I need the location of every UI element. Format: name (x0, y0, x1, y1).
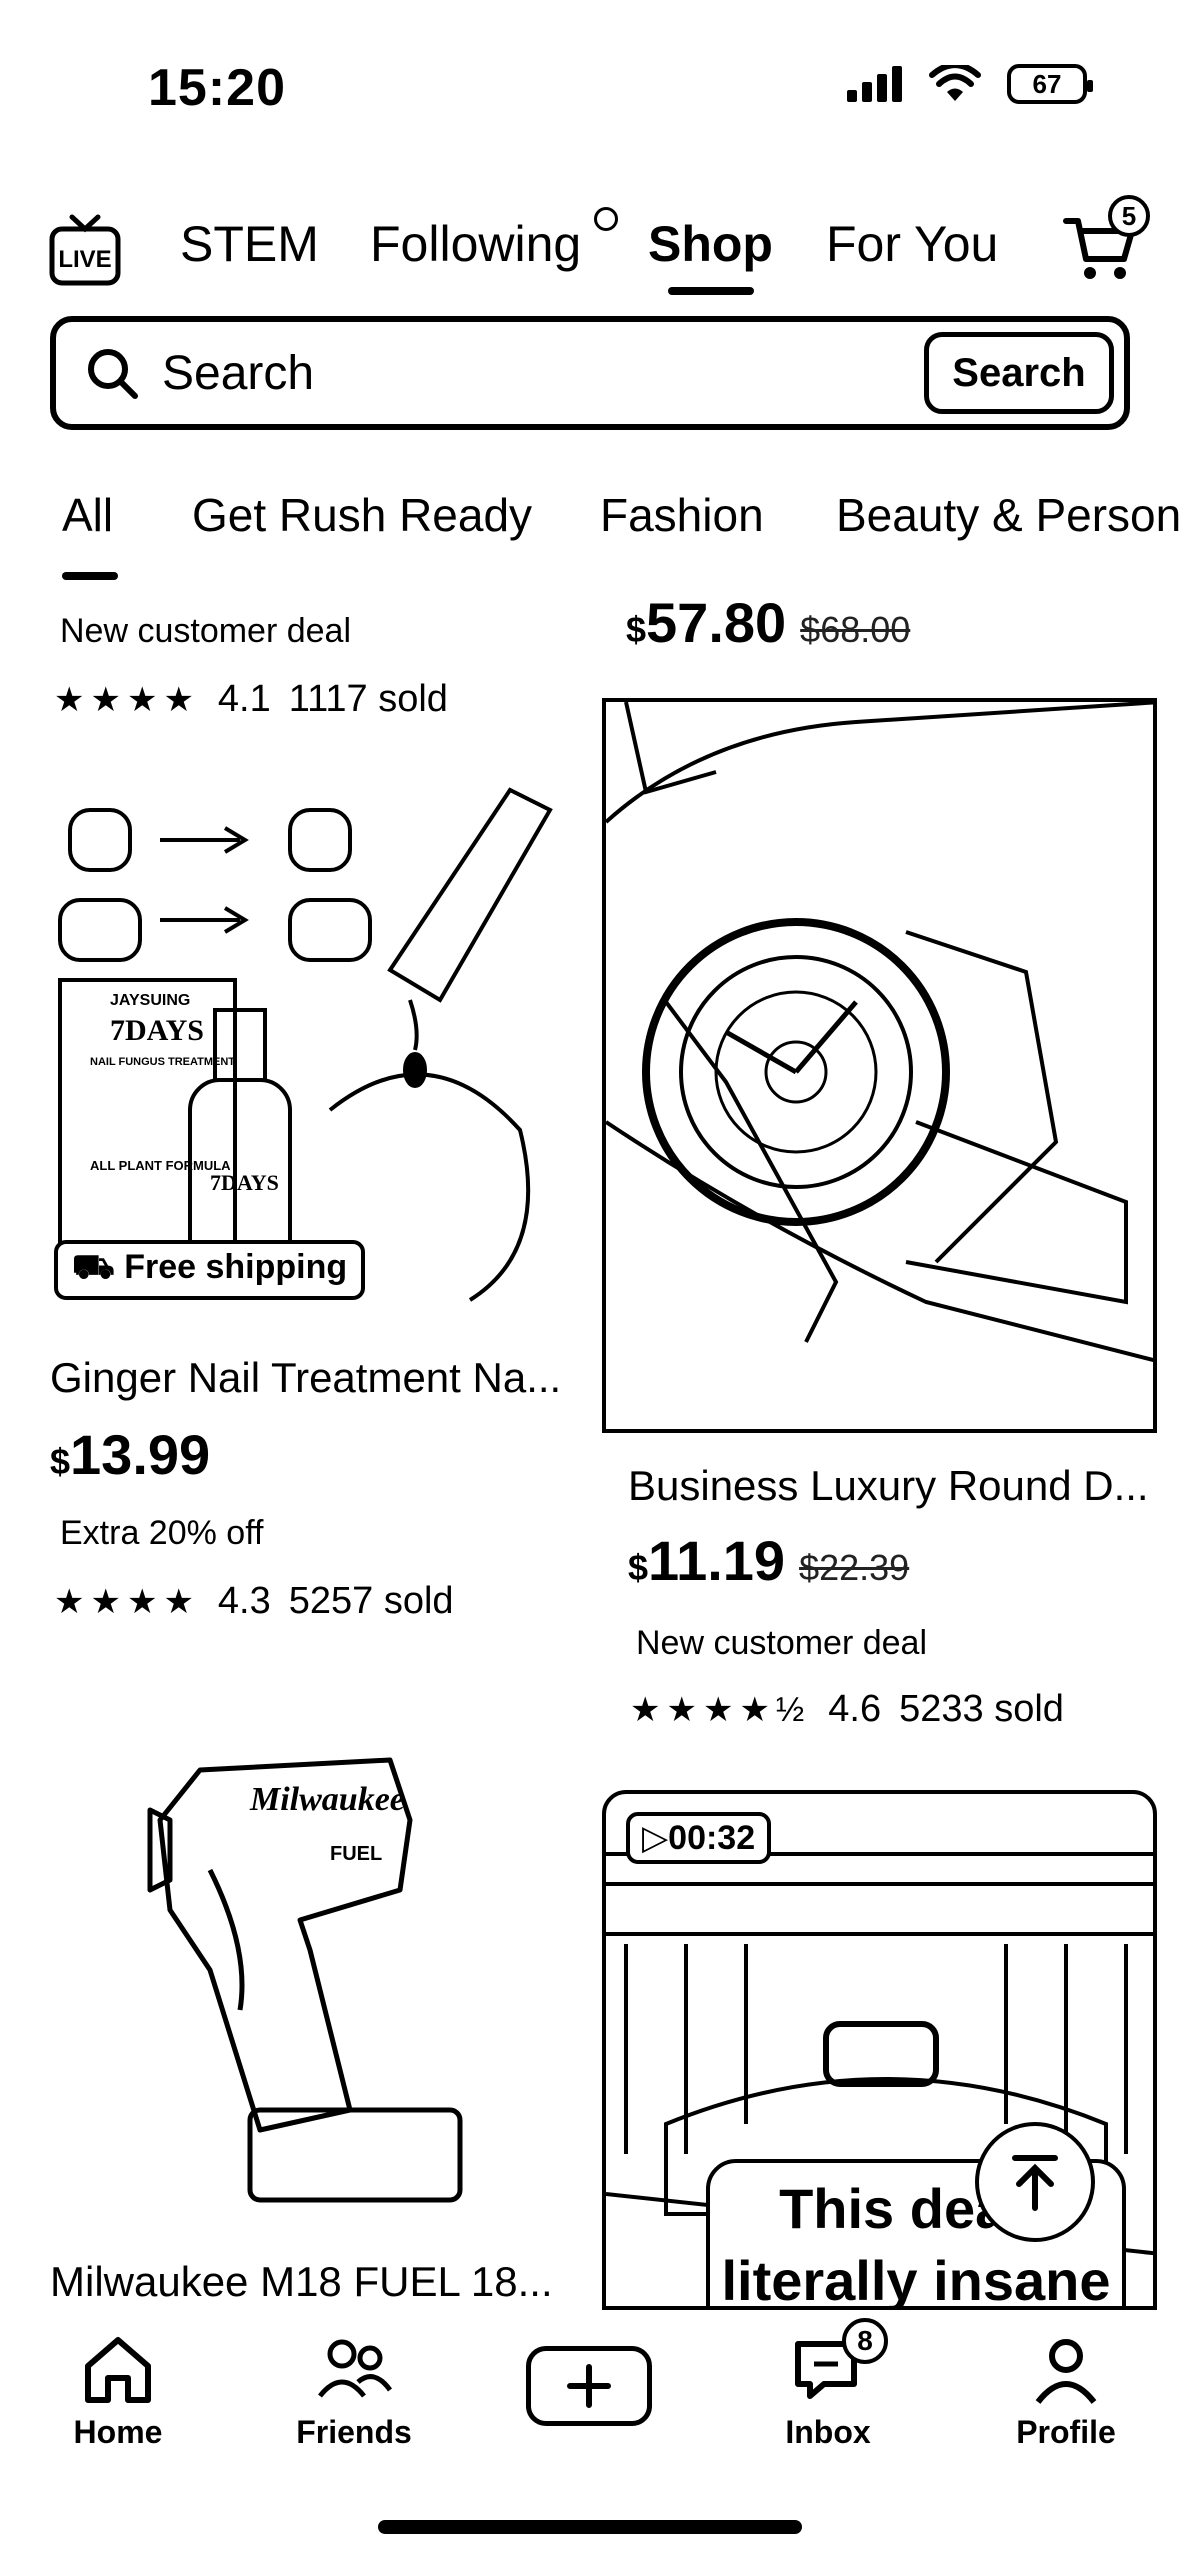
status-icons: 67 (847, 64, 1093, 104)
category-tab-get-rush-ready[interactable]: Get Rush Ready (192, 488, 532, 542)
product-card-milwaukee[interactable]: Milwaukee FUEL (50, 1750, 580, 2250)
free-shipping-badge: ⛟ Free shipping (54, 1240, 366, 1300)
rating-stars-icon: ★★★★ (54, 680, 200, 719)
currency-sign: $ (626, 609, 647, 650)
product-price-row: $11.19 $22.39 (628, 1528, 909, 1593)
nav-home-label: Home (73, 2414, 163, 2450)
nail-headline-text: 7DAYS (110, 1014, 204, 1047)
nav-profile[interactable]: Profile (986, 2330, 1146, 2451)
home-indicator (378, 2520, 802, 2534)
truck-icon: ⛟ (72, 1248, 125, 1286)
tab-stem[interactable]: STEM (180, 215, 319, 273)
product-old-price: $68.00 (800, 609, 911, 650)
nav-inbox-label: Inbox (785, 2414, 871, 2450)
video-duration: 00:32 (668, 1819, 756, 1857)
rating-stars-icon: ★★★★ (54, 1582, 200, 1621)
product-card-watch[interactable] (602, 698, 1157, 1433)
nav-friends[interactable]: Friends (274, 2330, 434, 2451)
battery-level: 67 (1032, 68, 1062, 99)
category-tab-beauty[interactable]: Beauty & Person (836, 488, 1179, 542)
profile-icon (1035, 2339, 1097, 2404)
cart-badge: 5 (1108, 195, 1150, 237)
product-rating: ★★★★ 4.1 1117 sold (54, 678, 448, 721)
tab-shop-underline (668, 287, 754, 295)
nav-home[interactable]: Home (38, 2330, 198, 2451)
category-all-underline (62, 572, 118, 580)
product-card-video[interactable]: ▷00:32 This deal i literally insane (602, 1790, 1157, 2310)
product-image-nail-treatment: JAYSUING 7DAYS NAIL FUNGUS TREATMENT ALL… (58, 787, 553, 1302)
free-shipping-label: Free shipping (124, 1248, 348, 1286)
product-old-price: $22.39 (799, 1547, 910, 1588)
rating-value: 4.3 (217, 1580, 271, 1622)
sold-count: 5257 sold (288, 1580, 454, 1622)
product-price: 11.19 (648, 1529, 786, 1592)
product-title[interactable]: Ginger Nail Treatment Na... (50, 1354, 561, 1402)
nail-brand-text: JAYSUING (110, 992, 190, 1009)
arrow-up-icon (1012, 2155, 1058, 2211)
product-rating: ★★★★½ 4.6 5233 sold (630, 1688, 1064, 1731)
tab-for-you[interactable]: For You (826, 215, 998, 273)
rating-stars-icon: ★★★★½ (630, 1690, 811, 1729)
signal-icon (847, 66, 902, 102)
rating-value: 4.6 (828, 1688, 882, 1730)
home-icon (85, 2337, 151, 2403)
category-tab-all[interactable]: All (62, 488, 113, 542)
product-deal-label: New customer deal (60, 612, 352, 650)
search-icon (88, 349, 138, 399)
top-navigation: LIVE STEM Following Shop For You 5 (0, 195, 1179, 305)
live-icon[interactable]: LIVE (48, 213, 122, 287)
product-card-nail-treatment[interactable]: JAYSUING 7DAYS NAIL FUNGUS TREATMENT ALL… (50, 770, 580, 1310)
wifi-icon (929, 65, 981, 101)
following-dot (594, 207, 618, 231)
product-deal-label: New customer deal (636, 1624, 928, 1662)
nail-headline-text-2: 7DAYS (210, 1170, 279, 1195)
sold-count: 5233 sold (899, 1688, 1064, 1730)
inbox-badge: 8 (842, 2318, 888, 2364)
product-feed: New customer deal ★★★★ 4.1 1117 sold $57… (0, 590, 1179, 2310)
product-deal-label: Extra 20% off (60, 1514, 264, 1552)
search-button[interactable]: Search (924, 332, 1114, 414)
category-tabs: All Get Rush Ready Fashion Beauty & Pers… (0, 488, 1179, 588)
tab-following[interactable]: Following (370, 215, 581, 273)
product-title[interactable]: Business Luxury Round D... (628, 1462, 1149, 1510)
play-icon: ▷ (642, 1819, 669, 1857)
category-tab-fashion[interactable]: Fashion (600, 488, 764, 542)
product-image-drill: Milwaukee FUEL (147, 1757, 463, 2203)
drill-brand-text: Milwaukee (249, 1781, 405, 1818)
product-image-watch (606, 702, 1153, 1363)
currency-sign: $ (50, 1441, 71, 1482)
search-input[interactable] (162, 345, 862, 401)
product-price-row: $13.99 (50, 1422, 210, 1487)
scroll-to-top-button[interactable] (975, 2122, 1095, 2242)
sold-count: 1117 sold (288, 678, 448, 720)
search-bar: Search (50, 316, 1130, 430)
product-price: 57.80 (646, 591, 787, 654)
bottom-navigation: Home Friends Inbox 8 Profile (0, 2310, 1179, 2480)
svg-text:LIVE: LIVE (58, 246, 111, 273)
tab-shop[interactable]: Shop (648, 215, 773, 273)
status-time: 15:20 (148, 59, 286, 117)
video-duration-badge: ▷00:32 (626, 1812, 772, 1864)
create-button[interactable] (526, 2346, 652, 2426)
currency-sign: $ (628, 1547, 649, 1588)
drill-model-text: FUEL (330, 1843, 382, 1865)
product-price-row: $57.80 $68.00 (626, 590, 910, 655)
friends-icon (318, 2339, 393, 2398)
video-caption-line-2: literally insane (721, 2249, 1111, 2310)
nail-sub-text: NAIL FUNGUS TREATMENT (90, 1056, 235, 1068)
nav-friends-label: Friends (296, 2414, 412, 2450)
product-title[interactable]: Milwaukee M18 FUEL 18... (50, 2258, 553, 2306)
rating-value: 4.1 (217, 678, 271, 720)
battery-icon: 67 (1007, 64, 1093, 104)
product-price: 13.99 (70, 1423, 211, 1486)
plus-icon (567, 2364, 611, 2408)
product-rating: ★★★★ 4.3 5257 sold (54, 1580, 454, 1623)
nav-profile-label: Profile (1016, 2414, 1116, 2450)
